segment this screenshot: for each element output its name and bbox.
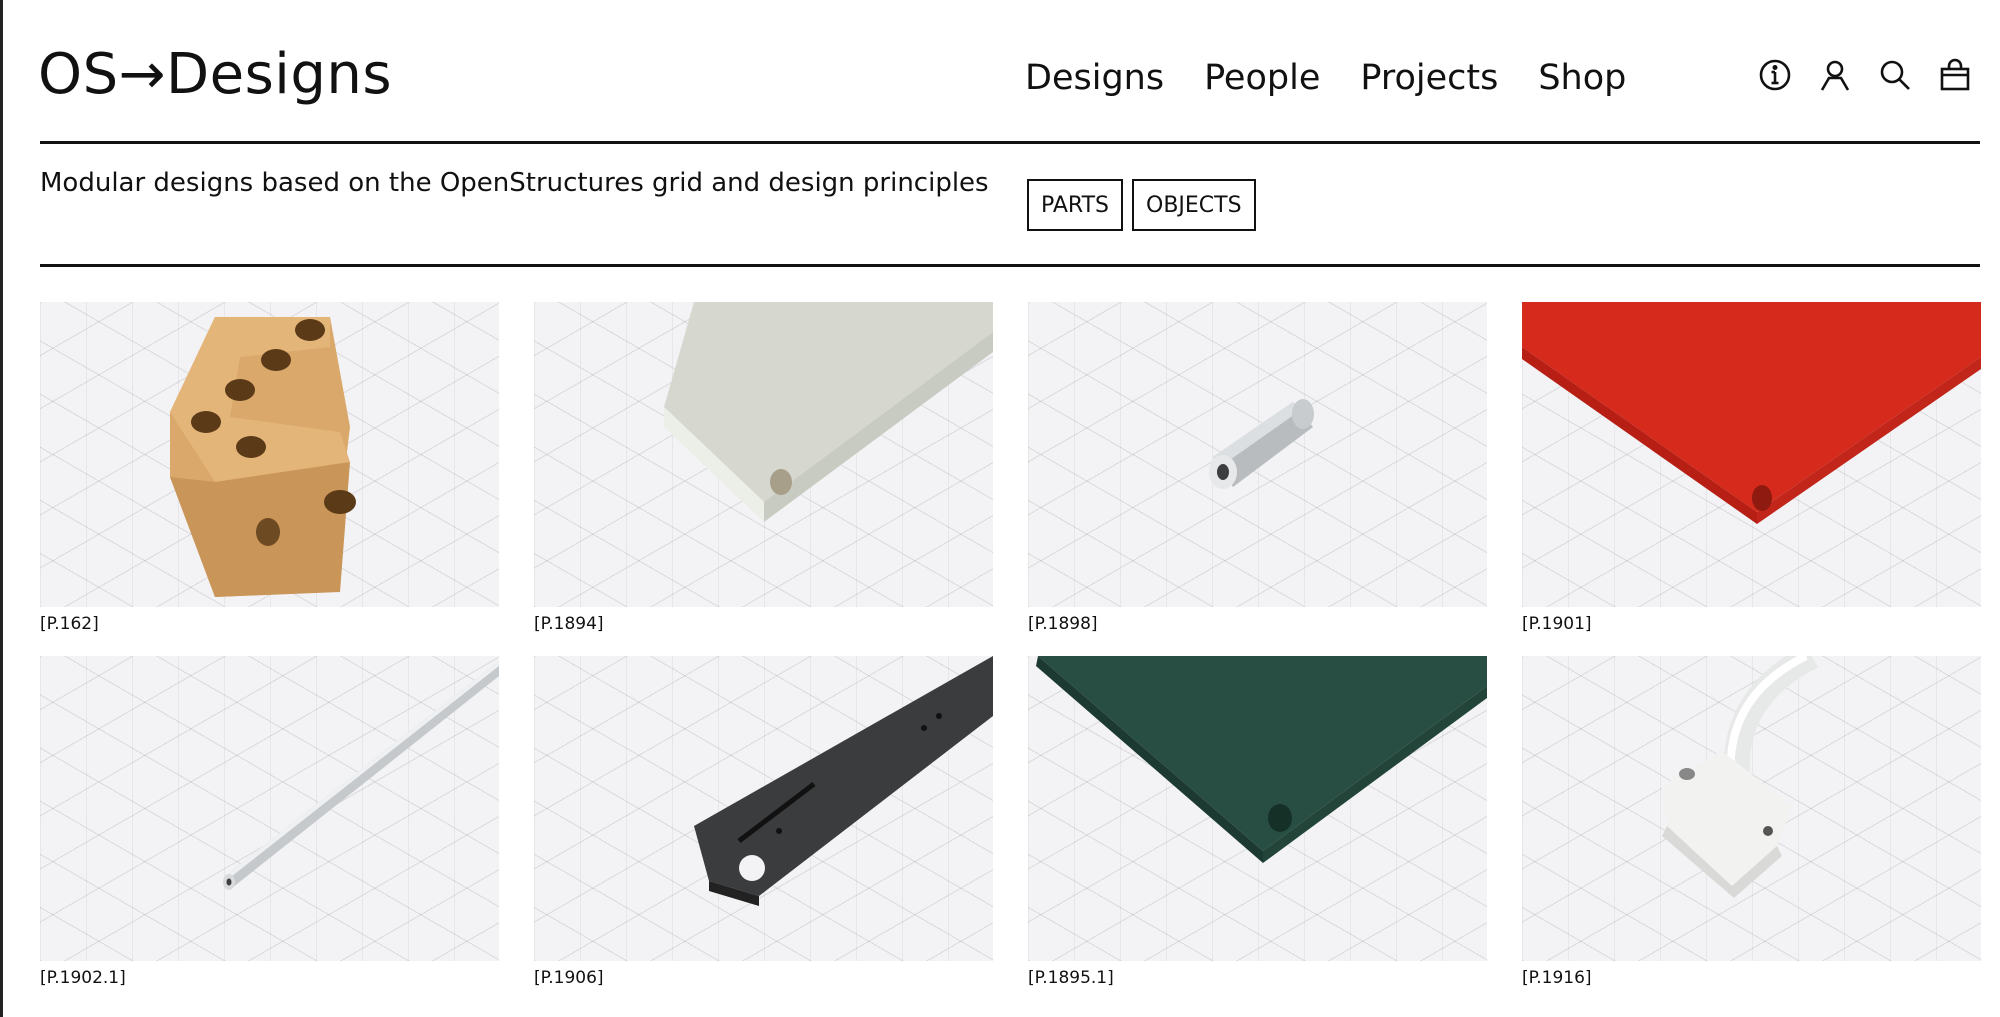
product-code: [P.1898] bbox=[1028, 614, 1098, 634]
filter-bar: PARTS OBJECTS bbox=[1027, 179, 1256, 231]
product-card[interactable]: [P.1901] bbox=[1522, 302, 1981, 636]
product-card[interactable]: [P.1906] bbox=[534, 656, 993, 990]
product-card[interactable]: [P.1894] bbox=[534, 302, 993, 636]
product-image-black-slotted-bar[interactable] bbox=[534, 656, 993, 961]
product-code: [P.1895.1] bbox=[1028, 968, 1114, 988]
product-image-green-panel[interactable] bbox=[1028, 656, 1487, 961]
nav-shop[interactable]: Shop bbox=[1538, 58, 1626, 98]
info-icon[interactable] bbox=[1758, 58, 1792, 92]
intro-divider bbox=[40, 264, 1980, 267]
product-image-aluminium-spacer[interactable] bbox=[1028, 302, 1487, 607]
product-card[interactable]: [P.1916] bbox=[1522, 656, 1981, 990]
search-icon[interactable] bbox=[1878, 58, 1912, 92]
nav-projects[interactable]: Projects bbox=[1360, 58, 1498, 98]
product-code: [P.162] bbox=[40, 614, 99, 634]
header-divider bbox=[40, 141, 1980, 144]
product-code: [P.1916] bbox=[1522, 968, 1592, 988]
product-code: [P.1906] bbox=[534, 968, 604, 988]
site-logo[interactable]: OS→Designs bbox=[38, 42, 392, 107]
product-grid: [P.162] [P.1894] [P.1898] [P.1901] [P.19… bbox=[40, 302, 1981, 990]
nav-designs[interactable]: Designs bbox=[1025, 58, 1164, 98]
product-code: [P.1901] bbox=[1522, 614, 1592, 634]
product-card[interactable]: [P.162] bbox=[40, 302, 499, 636]
user-icon[interactable] bbox=[1818, 58, 1852, 92]
product-image-wooden-l-bracket[interactable] bbox=[40, 302, 499, 607]
filter-objects-button[interactable]: OBJECTS bbox=[1132, 179, 1256, 231]
product-code: [P.1902.1] bbox=[40, 968, 126, 988]
product-image-aluminium-rod[interactable] bbox=[40, 656, 499, 961]
product-card[interactable]: [P.1898] bbox=[1028, 302, 1487, 636]
main-nav: Designs People Projects Shop bbox=[1025, 58, 1626, 98]
header-icons bbox=[1758, 58, 1972, 92]
nav-people[interactable]: People bbox=[1204, 58, 1320, 98]
page-tagline: Modular designs based on the OpenStructu… bbox=[40, 168, 989, 198]
product-image-white-tube-bracket[interactable] bbox=[1522, 656, 1981, 961]
site-header: OS→Designs Designs People Projects Shop bbox=[3, 0, 2000, 144]
bag-icon[interactable] bbox=[1938, 58, 1972, 92]
product-code: [P.1894] bbox=[534, 614, 604, 634]
product-card[interactable]: [P.1895.1] bbox=[1028, 656, 1487, 990]
filter-parts-button[interactable]: PARTS bbox=[1027, 179, 1123, 231]
product-image-red-panel[interactable] bbox=[1522, 302, 1981, 607]
product-card[interactable]: [P.1902.1] bbox=[40, 656, 499, 990]
product-image-grey-wood-beam[interactable] bbox=[534, 302, 993, 607]
